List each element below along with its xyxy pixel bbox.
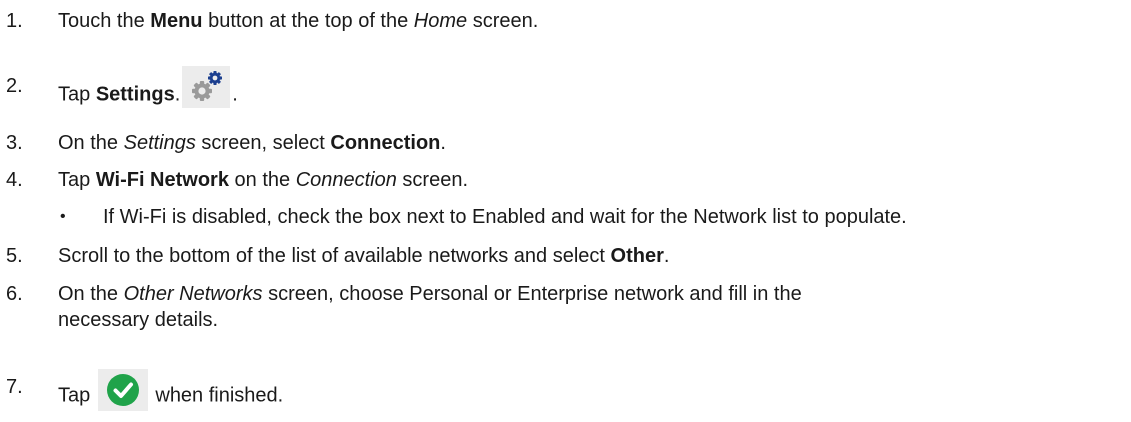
menu-term: Menu — [150, 10, 203, 32]
bullet-marker: • — [60, 208, 66, 225]
gear-icon — [182, 66, 231, 108]
connection-screen-term: Connection — [295, 169, 397, 191]
bullet-text: If Wi-Fi is disabled, check the box next… — [103, 206, 907, 228]
step-text: Tap when finished. — [58, 369, 283, 417]
settings-screen-term: Settings — [123, 132, 196, 154]
step-text: Tap Settings. . — [58, 66, 238, 116]
step-number: 6. — [6, 283, 23, 305]
step-number: 7. — [6, 376, 23, 398]
step-number: 4. — [6, 169, 23, 191]
wifi-network-term: Wi-Fi Network — [95, 169, 229, 191]
step-number: 1. — [6, 10, 23, 32]
home-term: Home — [413, 10, 468, 32]
step-text: On the Other Networks screen, choose Per… — [58, 283, 802, 305]
step-text: necessary details. — [58, 309, 219, 331]
settings-term: Settings — [95, 83, 175, 106]
step-text: Touch the Menu button at the top of the … — [58, 10, 539, 32]
connection-term: Connection — [330, 132, 441, 154]
step-text: Scroll to the bottom of the list of avai… — [58, 245, 670, 267]
other-networks-term: Other Networks — [123, 283, 263, 305]
checkmark-icon — [97, 369, 148, 411]
step-number: 2. — [6, 75, 23, 97]
step-number: 3. — [6, 132, 23, 154]
step-text: On the Settings screen, select Connectio… — [58, 132, 446, 154]
step-text: Tap Wi-Fi Network on the Connection scre… — [58, 169, 469, 191]
step-number: 5. — [6, 245, 23, 267]
other-term: Other — [610, 245, 664, 267]
